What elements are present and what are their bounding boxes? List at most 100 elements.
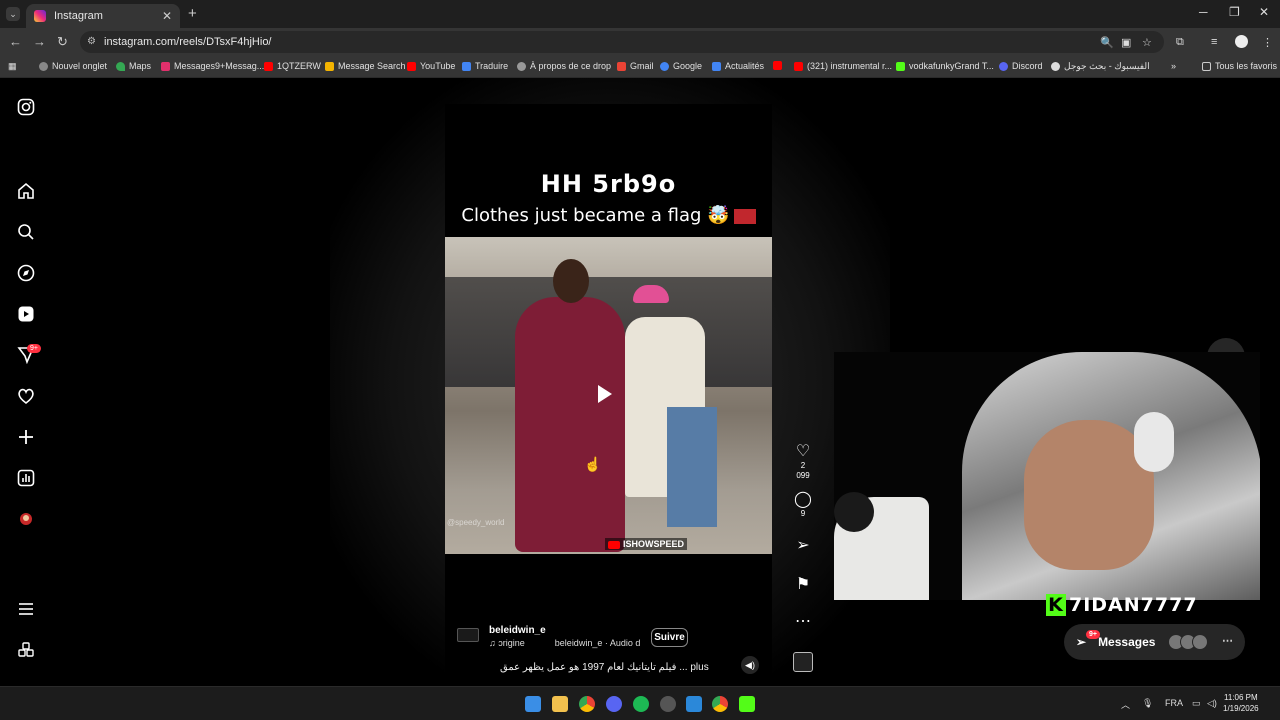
robe xyxy=(515,297,625,552)
like-action[interactable]: ♡ 2 099 xyxy=(793,443,813,481)
kick-app-icon[interactable] xyxy=(739,696,755,712)
all-bookmarks[interactable]: Tous les favoris xyxy=(1202,61,1277,71)
profile-icon[interactable] xyxy=(17,510,35,528)
bookmark-item[interactable]: Gmail xyxy=(617,61,654,71)
heart-icon[interactable]: ♡ xyxy=(793,443,813,461)
bookmark-item[interactable]: À propos de ce drop xyxy=(517,61,611,71)
windows-taskbar: ︿ 🎙 FRA ▭ ◁) 11:06 PM 1/19/2026 xyxy=(0,686,1280,720)
reel-description[interactable]: فيلم تايتانيك لعام 1997 هو عمل يظهر عمق … xyxy=(500,662,709,673)
chrome-active-icon[interactable] xyxy=(712,696,728,712)
bookmark-item[interactable]: Google xyxy=(660,61,702,71)
bookmark-item[interactable]: Actualités xyxy=(712,61,764,71)
dashboard-icon[interactable] xyxy=(17,469,35,487)
author-avatar[interactable] xyxy=(457,628,479,642)
messages-pill-badge: 9+ xyxy=(1086,630,1100,639)
mic-icon[interactable]: 🎙 xyxy=(1142,698,1153,709)
audio-thumbnail[interactable] xyxy=(793,652,813,672)
play-icon[interactable] xyxy=(598,385,612,403)
tab-search-icon[interactable]: ⌄ xyxy=(6,7,20,21)
bookmark-item[interactable] xyxy=(773,61,786,70)
new-tab-icon[interactable]: + xyxy=(188,5,197,22)
discord-icon[interactable] xyxy=(606,696,622,712)
obs-icon[interactable] xyxy=(660,696,676,712)
instagram-favicon-icon xyxy=(34,10,46,22)
bookmark-item[interactable]: vodkafunkyGrand T... xyxy=(896,61,994,71)
network-icon[interactable]: ▭ xyxy=(1192,698,1201,709)
chrome-menu-icon[interactable]: ⋮ xyxy=(1262,36,1273,49)
bookmark-item[interactable]: Maps xyxy=(116,61,151,71)
menu-icon[interactable] xyxy=(17,600,35,618)
minimize-icon[interactable]: ─ xyxy=(1199,5,1208,19)
comment-action[interactable]: ◯ 9 xyxy=(793,491,813,519)
comment-icon[interactable]: ◯ xyxy=(793,491,813,509)
language-indicator[interactable]: FRA xyxy=(1165,698,1183,708)
bookmark-item[interactable]: Nouvel onglet xyxy=(39,61,107,71)
instagram-logo-icon[interactable] xyxy=(17,98,35,116)
clock[interactable]: 11:06 PM 1/19/2026 xyxy=(1223,692,1259,714)
chrome-icon[interactable] xyxy=(579,696,595,712)
close-window-icon[interactable]: ✕ xyxy=(1259,5,1269,19)
profile-avatar-icon[interactable] xyxy=(1235,35,1248,48)
address-bar[interactable]: ⚙ instagram.com/reels/DTsxF4hjHio/ xyxy=(80,31,1164,53)
person-head xyxy=(553,259,589,303)
media-icon[interactable]: ≡ xyxy=(1211,36,1217,48)
forward-icon[interactable]: → xyxy=(33,34,46,49)
kick-logo-icon: K xyxy=(1046,594,1066,616)
zoom-icon[interactable]: 🔍 xyxy=(1100,36,1114,49)
apps-grid-icon[interactable]: ▦ xyxy=(8,61,17,72)
volume-tray-icon[interactable]: ◁) xyxy=(1207,698,1217,709)
more-bookmarks-icon[interactable]: » xyxy=(1171,61,1176,71)
bookmark-item[interactable]: Messages9+Messag... xyxy=(161,61,264,71)
messages-badge: 9+ xyxy=(27,344,41,353)
messages-pill[interactable]: ➢ 9+ Messages ⋯ xyxy=(1064,624,1245,660)
author-name[interactable]: beleidwin_e xyxy=(489,625,546,636)
restore-icon[interactable]: ❐ xyxy=(1229,5,1240,19)
spotify-icon[interactable] xyxy=(633,696,649,712)
tab-title: Instagram xyxy=(54,10,103,22)
webcam-overlay xyxy=(834,352,1260,600)
bookmark-item[interactable]: الفيسبوك - بحث جوجل xyxy=(1051,61,1150,72)
second-person-legs xyxy=(667,407,717,527)
messages-pill-label: Messages xyxy=(1098,635,1156,649)
home-icon[interactable] xyxy=(17,182,35,200)
site-info-icon[interactable]: ⚙ xyxy=(87,31,96,53)
like-count: 2 099 xyxy=(796,461,810,480)
audio-info[interactable]: ♫ ɔrigine beleidwin_e · Audio d xyxy=(489,638,640,648)
message-avatars xyxy=(1168,634,1208,650)
bookmark-item[interactable]: 1QTZERW xyxy=(264,61,321,71)
bookmark-item[interactable]: Discord xyxy=(999,61,1043,71)
file-explorer-icon[interactable] xyxy=(552,696,568,712)
close-tab-icon[interactable]: ✕ xyxy=(162,9,172,23)
reels-icon[interactable] xyxy=(17,305,35,323)
notifications-icon[interactable] xyxy=(17,387,35,405)
youtube-icon xyxy=(608,540,620,549)
follow-button[interactable]: Suivre xyxy=(651,628,688,647)
reload-icon[interactable]: ↻ xyxy=(57,34,68,50)
volume-icon[interactable]: ◀) xyxy=(741,656,759,674)
bookmark-item[interactable]: Traduire xyxy=(462,61,508,71)
cast-icon[interactable]: ▣ xyxy=(1121,36,1131,49)
more-options-icon[interactable]: ⋯ xyxy=(793,613,813,631)
save-icon[interactable]: ⚑ xyxy=(793,576,813,594)
bookmark-item[interactable]: (321) instrumental r... xyxy=(794,61,892,71)
comment-count: 9 xyxy=(800,509,806,518)
start-icon[interactable] xyxy=(525,696,541,712)
app-icon[interactable] xyxy=(686,696,702,712)
browser-tab[interactable]: Instagram ✕ xyxy=(26,4,180,28)
second-person-hair xyxy=(834,492,874,532)
back-icon[interactable]: ← xyxy=(9,34,22,49)
bookmark-item[interactable]: YouTube xyxy=(407,61,455,71)
share-icon[interactable]: ➢ xyxy=(793,537,813,555)
bookmark-item[interactable]: Message Search xyxy=(325,61,406,71)
search-icon[interactable] xyxy=(17,223,35,241)
create-icon[interactable] xyxy=(17,428,35,446)
channel-tag: ISHOWSPEED xyxy=(605,538,688,550)
bookmark-star-icon[interactable]: ☆ xyxy=(1142,36,1152,49)
reel-subtitle: Clothes just became a flag 🤯 xyxy=(445,205,772,226)
explore-icon[interactable] xyxy=(17,264,35,282)
tray-chevron-icon[interactable]: ︿ xyxy=(1121,698,1130,711)
extensions-icon[interactable]: ⧉ xyxy=(1176,36,1184,49)
apps-icon[interactable] xyxy=(17,641,35,659)
reel-title: HH 5rb9o xyxy=(540,170,677,198)
video-watermark: @speedy_world xyxy=(447,518,505,527)
